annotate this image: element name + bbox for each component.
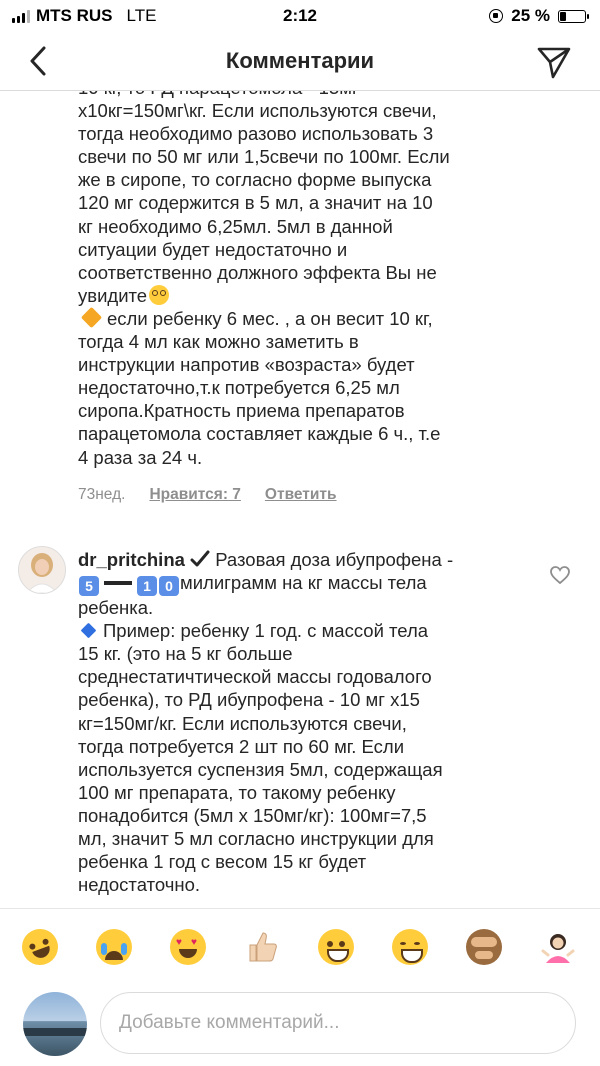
comment-composer [0, 984, 600, 1066]
comment-line: недостаточно,т.к потребуется 6,25 мл [78, 377, 400, 399]
comment-line: тогда потребуется 2 шт по 60 мг. Если [78, 735, 405, 757]
battery-icon [558, 9, 589, 23]
nerd-face-emoji-icon [149, 284, 170, 305]
comment-line: используется суспензия 5мл, содержащая [78, 758, 443, 780]
comment-line: ребенка 1 год с весом 15 кг будет [78, 851, 367, 873]
comment-text: если ребенку 6 мес. , а он весит 10 кг, [107, 307, 433, 329]
comment-line: свечи по 50 мг или 1,5свечи по 100мг. Ес… [78, 146, 450, 168]
orientation-lock-icon [489, 9, 504, 23]
comment-body: 10 кг, то РД парацетомола - 15мг х10кг=1… [78, 76, 578, 469]
comment-line: 100 мг препарата, то такому ребенку [78, 781, 396, 803]
comment-line: среднестатичтической массы годовалого [78, 666, 432, 688]
paper-plane-icon[interactable] [536, 44, 572, 80]
likes-link[interactable]: Нравится: 7 [149, 486, 240, 504]
dash-icon [104, 581, 132, 586]
comment-line: мл, значит 5 мл согласно инструкции для [78, 828, 434, 850]
comment-line: тогда необходимо разово использовать 3 [78, 123, 434, 145]
reply-button[interactable]: Ответить [265, 486, 337, 504]
comment-line: ситуации будет недостаточно и [78, 238, 348, 260]
comment-text: Пример: ребенку 1 год. с массой тела [103, 620, 429, 642]
comment-text: Разовая доза ибупрофена - [215, 549, 454, 570]
comment-line: кг=150мг/кг. Если используются свечи, [78, 712, 407, 734]
comment-line: же в сиропе, то согласно форме выпуска [78, 169, 432, 191]
status-bar: MTS RUS LTE 2:12 25 % [0, 0, 600, 34]
see-no-evil-monkey-emoji-icon[interactable] [466, 929, 502, 965]
comment-body: dr_pritchina Разовая доза ибупрофена - 5… [78, 548, 548, 896]
comment-line: понадобится (5мл х 150мг/кг): 100мг=7,5 [78, 804, 427, 826]
my-avatar[interactable] [23, 992, 87, 1056]
comment-meta: 73нед. Нравится: 7 Ответить [78, 486, 337, 504]
avatar[interactable] [18, 546, 66, 594]
comment-line-with-emoji: если ребенку 6 мес. , а он весит 10 кг, [78, 306, 578, 330]
comment-line: х10кг=150мг\кг. Если используются свечи, [78, 100, 437, 122]
comment-line: 4 раза за 24 ч. [78, 446, 203, 468]
comment-age: 73нед. [78, 486, 126, 503]
username-link[interactable]: dr_pritchina [78, 549, 185, 570]
orange-diamond-icon [80, 306, 103, 329]
page-title: Комментарии [225, 48, 375, 73]
comment-line: тогда 4 мл как можно заметить в [78, 331, 359, 353]
like-heart-icon[interactable] [550, 566, 570, 584]
comment-line: сиропа.Кратность приема препаратов [78, 400, 405, 422]
comment-line-with-username: dr_pritchina Разовая доза ибупрофена - [78, 548, 548, 571]
comment-line-with-keycaps: 5 1 0 милиграмм на кг массы тела [78, 571, 548, 597]
heart-eyes-emoji-icon[interactable]: ♥ ♥ [170, 929, 206, 965]
keycap-0-icon: 0 [159, 576, 179, 597]
comment-line: парацетомола составляет каждые 6 ч., т.е [78, 423, 441, 445]
status-right: 25 % [489, 6, 589, 26]
comment-line: 120 мг содержится в 5 мл, а значит на 10 [78, 192, 433, 214]
beaming-emoji-icon[interactable] [392, 929, 428, 965]
comment-line-with-emoji: увидите [78, 284, 578, 307]
comment-text: увидите [78, 284, 148, 306]
shrugging-woman-emoji-icon[interactable] [540, 929, 576, 965]
comment-line: соответственно должного эффекта Вы не [78, 261, 437, 283]
thumbs-up-emoji-icon[interactable] [244, 929, 280, 965]
blue-diamond-icon [80, 622, 97, 639]
header: Комментарии [0, 34, 600, 91]
grinning-emoji-icon[interactable] [318, 929, 354, 965]
comment-line: ребенка), то РД ибупрофена - 10 мг х15 [78, 689, 420, 711]
comment-text: милиграмм на кг массы тела [180, 572, 427, 594]
comment-line-with-emoji: Пример: ребенку 1 год. с массой тела [78, 619, 548, 642]
user-portrait-icon [19, 547, 65, 593]
rofl-emoji-icon[interactable] [16, 923, 64, 971]
comment-line: кг необходимо 6,25мл. 5мл в данной [78, 215, 393, 237]
keycap-1-icon: 1 [137, 576, 157, 597]
comment-line: 15 кг. (это на 5 кг больше [78, 643, 293, 665]
comment-line: инструкции напротив «возраста» будет [78, 354, 415, 376]
comment-input[interactable] [100, 992, 576, 1054]
comment-line: недостаточно. [78, 874, 201, 896]
emoji-quick-bar: ♥ ♥ [0, 908, 600, 985]
crying-emoji-icon[interactable] [96, 929, 132, 965]
comment-line: ребенка. [78, 597, 154, 619]
comments-list[interactable]: 10 кг, то РД парацетомола - 15мг х10кг=1… [0, 72, 600, 907]
check-mark-icon [190, 550, 210, 567]
battery-percent: 25 % [511, 6, 550, 25]
keycap-5-icon: 5 [79, 576, 99, 597]
